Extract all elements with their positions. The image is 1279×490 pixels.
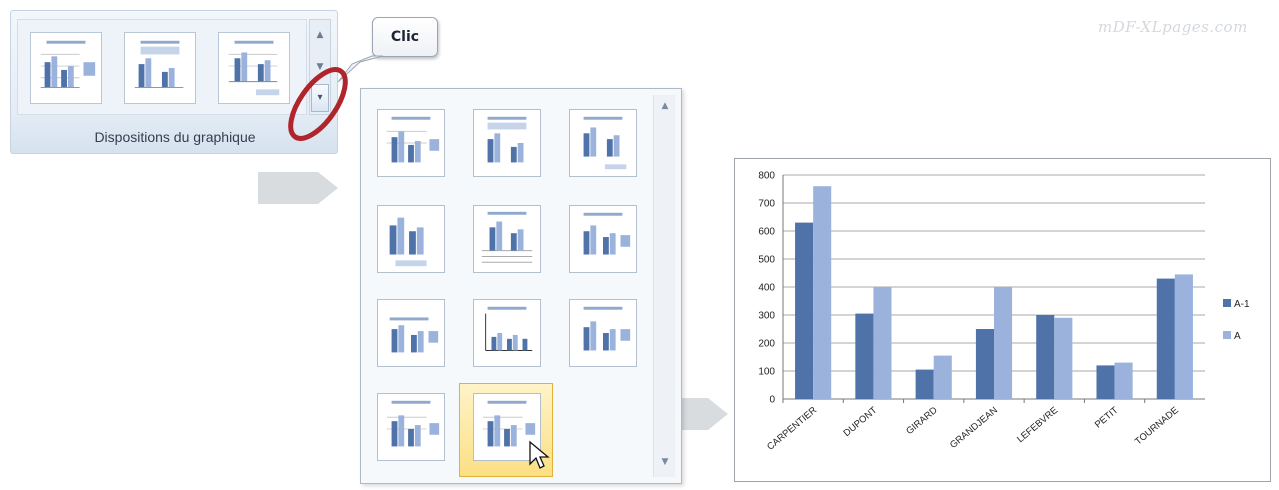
- y-tick-label: 400: [758, 283, 775, 294]
- bar-A-LEFEBVRE: [1054, 317, 1073, 399]
- ribbon-scroll-up-icon[interactable]: ▲: [311, 20, 329, 50]
- ribbon-group-label: Dispositions du graphique: [94, 129, 256, 145]
- gallery-scroll-up-icon[interactable]: ▲: [658, 101, 672, 111]
- y-tick-label: 700: [758, 199, 775, 210]
- category-label: GRANDJEAN: [948, 405, 1000, 451]
- chart-layouts-ribbon-group: ▲ ▼ ▾ Dispositions du graphique: [10, 10, 338, 154]
- y-tick-label: 200: [758, 339, 775, 350]
- legend-label: A-1: [1234, 299, 1250, 310]
- layout-option-9[interactable]: [569, 299, 637, 367]
- bar-A-1-LEFEBVRE: [1036, 315, 1055, 399]
- ribbon-layout-gallery: [17, 19, 307, 115]
- y-tick-label: 800: [758, 171, 775, 182]
- bar-A-TOURNADE: [1174, 274, 1193, 399]
- click-callout: Clic: [372, 17, 438, 57]
- ribbon-layout-thumb-2[interactable]: [124, 32, 196, 104]
- y-tick-label: 300: [758, 311, 775, 322]
- bar-A-PETIT: [1114, 362, 1133, 399]
- layout-option-7[interactable]: [377, 299, 445, 367]
- bar-A-GRANDJEAN: [994, 287, 1013, 399]
- ribbon-more-button[interactable]: ▾: [311, 84, 329, 112]
- arrow-to-gallery: [258, 172, 338, 204]
- y-tick-label: 500: [758, 255, 775, 266]
- category-label: CARPENTIER: [765, 405, 819, 453]
- category-label: DUPONT: [842, 405, 880, 439]
- gallery-scroll-down-icon[interactable]: ▼: [658, 457, 672, 467]
- legend-swatch: [1223, 299, 1231, 307]
- layout-option-8[interactable]: [473, 299, 541, 367]
- gallery-scrollbar[interactable]: ▲ ▼: [653, 95, 675, 477]
- layout-option-2[interactable]: [473, 109, 541, 177]
- bar-A-CARPENTIER: [813, 186, 832, 399]
- bar-A-GIRARD: [933, 355, 952, 399]
- chart-layouts-gallery-dropdown: ▲ ▼: [360, 88, 682, 484]
- bar-A-1-GIRARD: [915, 369, 934, 399]
- ribbon-layout-thumb-3[interactable]: [218, 32, 290, 104]
- callout-pointer: [337, 55, 384, 83]
- layout-option-5[interactable]: [473, 205, 541, 273]
- layout-option-10[interactable]: [377, 393, 445, 461]
- legend-label: A: [1234, 331, 1241, 342]
- layout-option-4[interactable]: [377, 205, 445, 273]
- ribbon-scroll-down-icon[interactable]: ▼: [311, 52, 329, 82]
- bar-A-1-PETIT: [1096, 365, 1115, 399]
- bar-A-1-CARPENTIER: [795, 222, 814, 399]
- y-tick-label: 600: [758, 227, 775, 238]
- watermark-text: mDF-XLpages.com: [1098, 18, 1248, 36]
- y-tick-label: 0: [769, 395, 775, 406]
- layout-option-1[interactable]: [377, 109, 445, 177]
- bar-A-DUPONT: [873, 287, 892, 399]
- legend-swatch: [1223, 331, 1231, 339]
- category-label: GIRARD: [904, 405, 939, 437]
- category-label: LEFEBVRE: [1015, 405, 1060, 445]
- column-chart[interactable]: 0 100 200 300 400 500 600 700 800 CARPENTIER DUPON…: [734, 158, 1271, 482]
- ribbon-layout-thumb-1[interactable]: [30, 32, 102, 104]
- bar-A-1-TOURNADE: [1156, 278, 1175, 399]
- layout-option-3[interactable]: [569, 109, 637, 177]
- category-label: TOURNADE: [1133, 405, 1181, 448]
- layout-option-6[interactable]: [569, 205, 637, 273]
- y-tick-label: 100: [758, 367, 775, 378]
- mouse-pointer-icon: [529, 440, 550, 469]
- category-label: PETIT: [1093, 405, 1121, 431]
- chart-canvas: 0 100 200 300 400 500 600 700 800 CARPENTIER DUPON…: [758, 171, 1250, 453]
- bar-A-1-GRANDJEAN: [975, 329, 994, 399]
- ribbon-gallery-scrollbar[interactable]: ▲ ▼ ▾: [309, 19, 331, 115]
- bar-A-1-DUPONT: [855, 313, 874, 399]
